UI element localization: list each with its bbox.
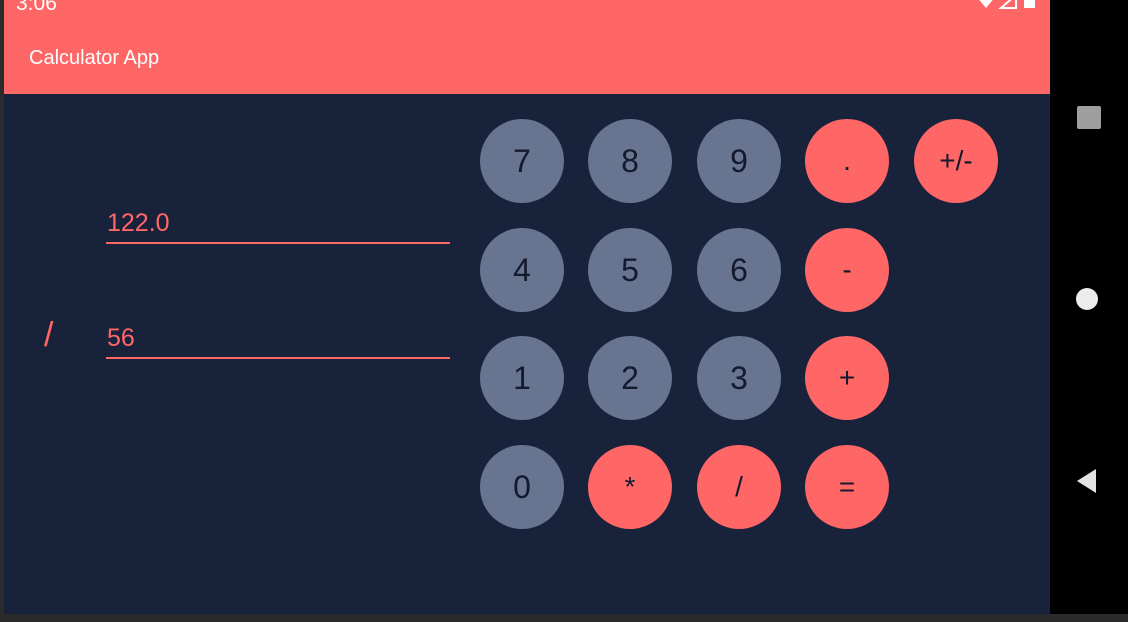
key-add[interactable]: + bbox=[805, 336, 889, 420]
second-operand-field[interactable]: 56 bbox=[106, 323, 450, 359]
app-bar: 3:06 Calculator App bbox=[4, 0, 1050, 94]
home-circle-icon[interactable] bbox=[1073, 283, 1105, 315]
key-5[interactable]: 5 bbox=[588, 228, 672, 312]
key-2[interactable]: 2 bbox=[588, 336, 672, 420]
cellular-signal-icon bbox=[998, 0, 1017, 9]
key-divide[interactable]: / bbox=[697, 445, 781, 529]
key-multiply[interactable]: * bbox=[588, 445, 672, 529]
key-1[interactable]: 1 bbox=[480, 336, 564, 420]
battery-icon bbox=[1024, 0, 1035, 8]
key-decimal[interactable]: . bbox=[805, 119, 889, 203]
key-6[interactable]: 6 bbox=[697, 228, 781, 312]
key-0[interactable]: 0 bbox=[480, 445, 564, 529]
key-equals[interactable]: = bbox=[805, 445, 889, 529]
key-3[interactable]: 3 bbox=[697, 336, 781, 420]
first-operand-value: 122.0 bbox=[107, 209, 170, 237]
app-title: Calculator App bbox=[29, 47, 160, 69]
app-screen: 3:06 Calculator App / 122.0 56 7 8 9 . +… bbox=[4, 0, 1050, 614]
status-icons bbox=[979, 0, 1035, 9]
key-8[interactable]: 8 bbox=[588, 119, 672, 203]
key-4[interactable]: 4 bbox=[480, 228, 564, 312]
bottom-edge bbox=[0, 614, 1128, 622]
status-time: 3:06 bbox=[16, 0, 57, 15]
back-triangle-icon[interactable] bbox=[1073, 464, 1105, 496]
first-operand-field[interactable]: 122.0 bbox=[106, 208, 450, 244]
key-plus-minus[interactable]: +/- bbox=[914, 119, 998, 203]
second-operand-value: 56 bbox=[107, 324, 135, 352]
wifi-icon bbox=[979, 0, 993, 8]
key-9[interactable]: 9 bbox=[697, 119, 781, 203]
key-7[interactable]: 7 bbox=[480, 119, 564, 203]
key-subtract[interactable]: - bbox=[805, 228, 889, 312]
operator-label: / bbox=[44, 316, 54, 354]
recents-square-icon[interactable] bbox=[1073, 101, 1105, 133]
system-nav-bar bbox=[1050, 0, 1128, 614]
